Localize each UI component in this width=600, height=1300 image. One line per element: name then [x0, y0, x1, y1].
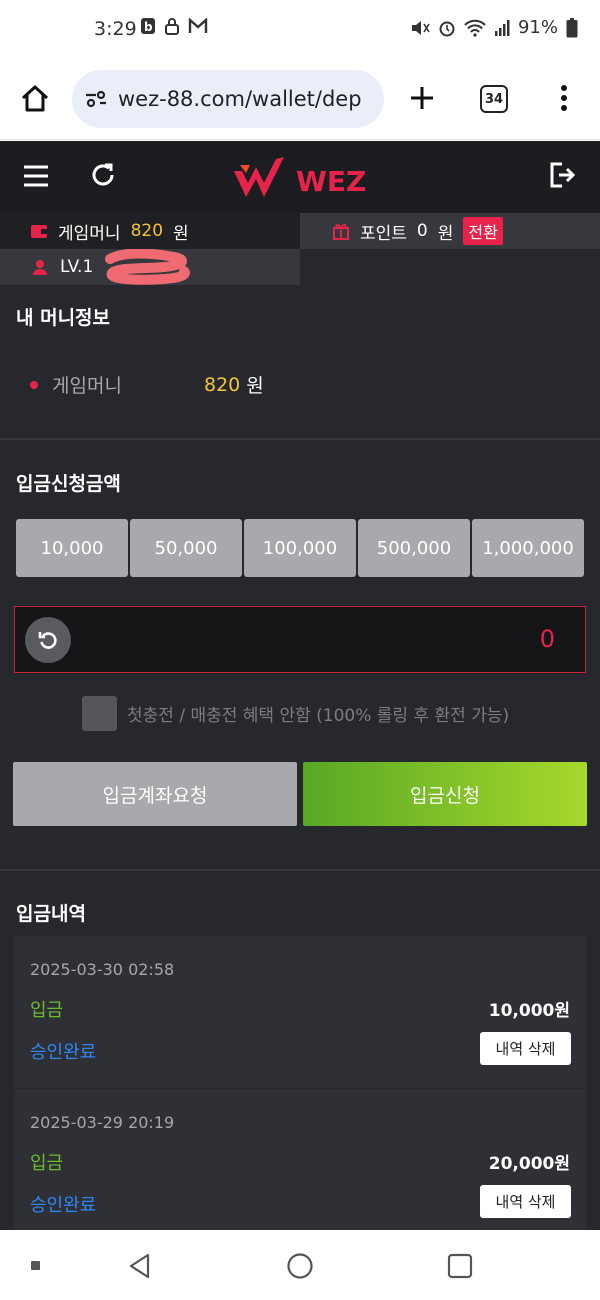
history-item: 2025-03-30 02:58 입금 10,000원 승인완료 내역 삭제 [14, 936, 586, 1088]
amount-button-100000[interactable]: 100,000 [244, 519, 356, 577]
delete-history-button[interactable]: 내역 삭제 [480, 1032, 571, 1065]
new-tab-icon[interactable] [406, 82, 438, 114]
tab-switcher-button[interactable]: 34 [480, 85, 508, 113]
history-type: 입금 [30, 1153, 64, 1174]
history-amount: 10,000원 [488, 1001, 570, 1021]
wallet-icon [30, 223, 48, 239]
no-bonus-option[interactable]: 첫충전 / 매충전 혜택 안함 (100% 롤링 후 환전 가능) [82, 696, 509, 731]
money-info-title: 내 머니정보 [16, 307, 111, 329]
status-time: 3:29 [94, 18, 137, 40]
wez-logo[interactable]: WEZ [232, 153, 372, 201]
deposit-amount-title: 입금신청금액 [16, 473, 121, 495]
deposit-amount-input[interactable]: 0 [14, 606, 586, 673]
section-divider [0, 438, 600, 440]
wifi-icon [464, 19, 486, 37]
history-status: 승인완료 [30, 1042, 97, 1063]
nav-dot-icon [30, 1260, 42, 1272]
money-info-currency: 원 [246, 375, 264, 397]
no-bonus-checkbox[interactable] [82, 696, 117, 731]
no-bonus-label: 첫충전 / 매충전 혜택 안함 (100% 롤링 후 환전 가능) [127, 706, 510, 726]
gmail-icon [188, 18, 208, 34]
logo-text: WEZ [296, 165, 366, 198]
reset-icon [37, 629, 59, 651]
history-date: 2025-03-29 20:19 [30, 1113, 175, 1132]
refresh-icon[interactable] [88, 160, 118, 190]
money-info-value: 820 [204, 373, 241, 396]
url-text[interactable]: wez-88.com/wallet/dep [118, 87, 378, 111]
money-info-row: 게임머니 820 원 [30, 371, 264, 398]
status-left-icons: b [140, 17, 208, 35]
section-divider [0, 869, 600, 871]
history-item: 2025-03-29 20:19 입금 20,000원 승인완료 내역 삭제 [14, 1089, 586, 1230]
app-header: WEZ [0, 141, 600, 213]
status-right-icons: 91% [410, 17, 578, 38]
point-summary: 포인트 0 원 전환 [300, 213, 600, 249]
amount-button-10000[interactable]: 10,000 [16, 519, 128, 577]
recents-icon[interactable] [446, 1252, 474, 1280]
mute-icon [410, 19, 430, 37]
alarm-icon [438, 19, 456, 37]
home-nav-icon[interactable] [286, 1252, 314, 1280]
game-money-value: 820 [130, 221, 164, 241]
point-value: 0 [416, 221, 428, 241]
level-label: LV.1 [60, 257, 94, 277]
system-navigation-bar [0, 1230, 600, 1300]
bullet-dot [30, 380, 38, 389]
status-bar: 3:29 b 91% [0, 0, 600, 60]
game-money-summary: 게임머니 820 원 [0, 213, 300, 249]
browser-toolbar: wez-88.com/wallet/dep 34 [0, 60, 600, 140]
convert-button[interactable]: 전환 [463, 217, 503, 245]
battery-icon [566, 17, 578, 38]
history-type: 입금 [30, 1000, 64, 1021]
deposit-submit-button[interactable]: 입금신청 [303, 762, 587, 826]
history-date: 2025-03-30 02:58 [30, 960, 175, 979]
deposit-history-title: 입금내역 [16, 903, 86, 925]
battery-percent: 91% [517, 17, 558, 38]
amount-button-50000[interactable]: 50,000 [130, 519, 242, 577]
user-icon [32, 259, 48, 275]
delete-history-button[interactable]: 내역 삭제 [480, 1185, 571, 1218]
redacted-username-scribble [104, 249, 194, 285]
point-label: 포인트 [360, 223, 407, 244]
deposit-amount-value[interactable]: 0 [540, 625, 555, 653]
point-currency: 원 [437, 223, 454, 244]
history-status: 승인완료 [30, 1195, 97, 1216]
site-settings-icon[interactable] [84, 87, 108, 111]
amount-button-1000000[interactable]: 1,000,000 [472, 519, 584, 577]
hamburger-menu-icon[interactable] [22, 163, 50, 189]
more-menu-icon[interactable] [556, 82, 572, 114]
address-bar[interactable]: wez-88.com/wallet/dep [72, 70, 384, 128]
signal-icon [494, 19, 510, 37]
game-money-label: 게임머니 [58, 223, 121, 244]
b-icon: b [140, 17, 156, 35]
back-icon[interactable] [126, 1252, 154, 1280]
gift-icon [332, 222, 350, 240]
game-money-currency: 원 [173, 223, 189, 244]
reset-amount-button[interactable] [25, 617, 71, 663]
svg-text:b: b [144, 20, 153, 34]
history-amount: 20,000원 [488, 1154, 570, 1174]
amount-button-500000[interactable]: 500,000 [358, 519, 470, 577]
home-icon[interactable] [18, 82, 52, 116]
wallet-page: WEZ 게임머니 820 원 포인트 0 원 전환 LV.1 내 머니정보 게임… [0, 141, 600, 1230]
lock-icon [164, 17, 180, 35]
logout-icon[interactable] [548, 161, 576, 189]
money-info-label: 게임머니 [52, 375, 122, 397]
request-account-button[interactable]: 입금계좌요청 [13, 762, 297, 826]
